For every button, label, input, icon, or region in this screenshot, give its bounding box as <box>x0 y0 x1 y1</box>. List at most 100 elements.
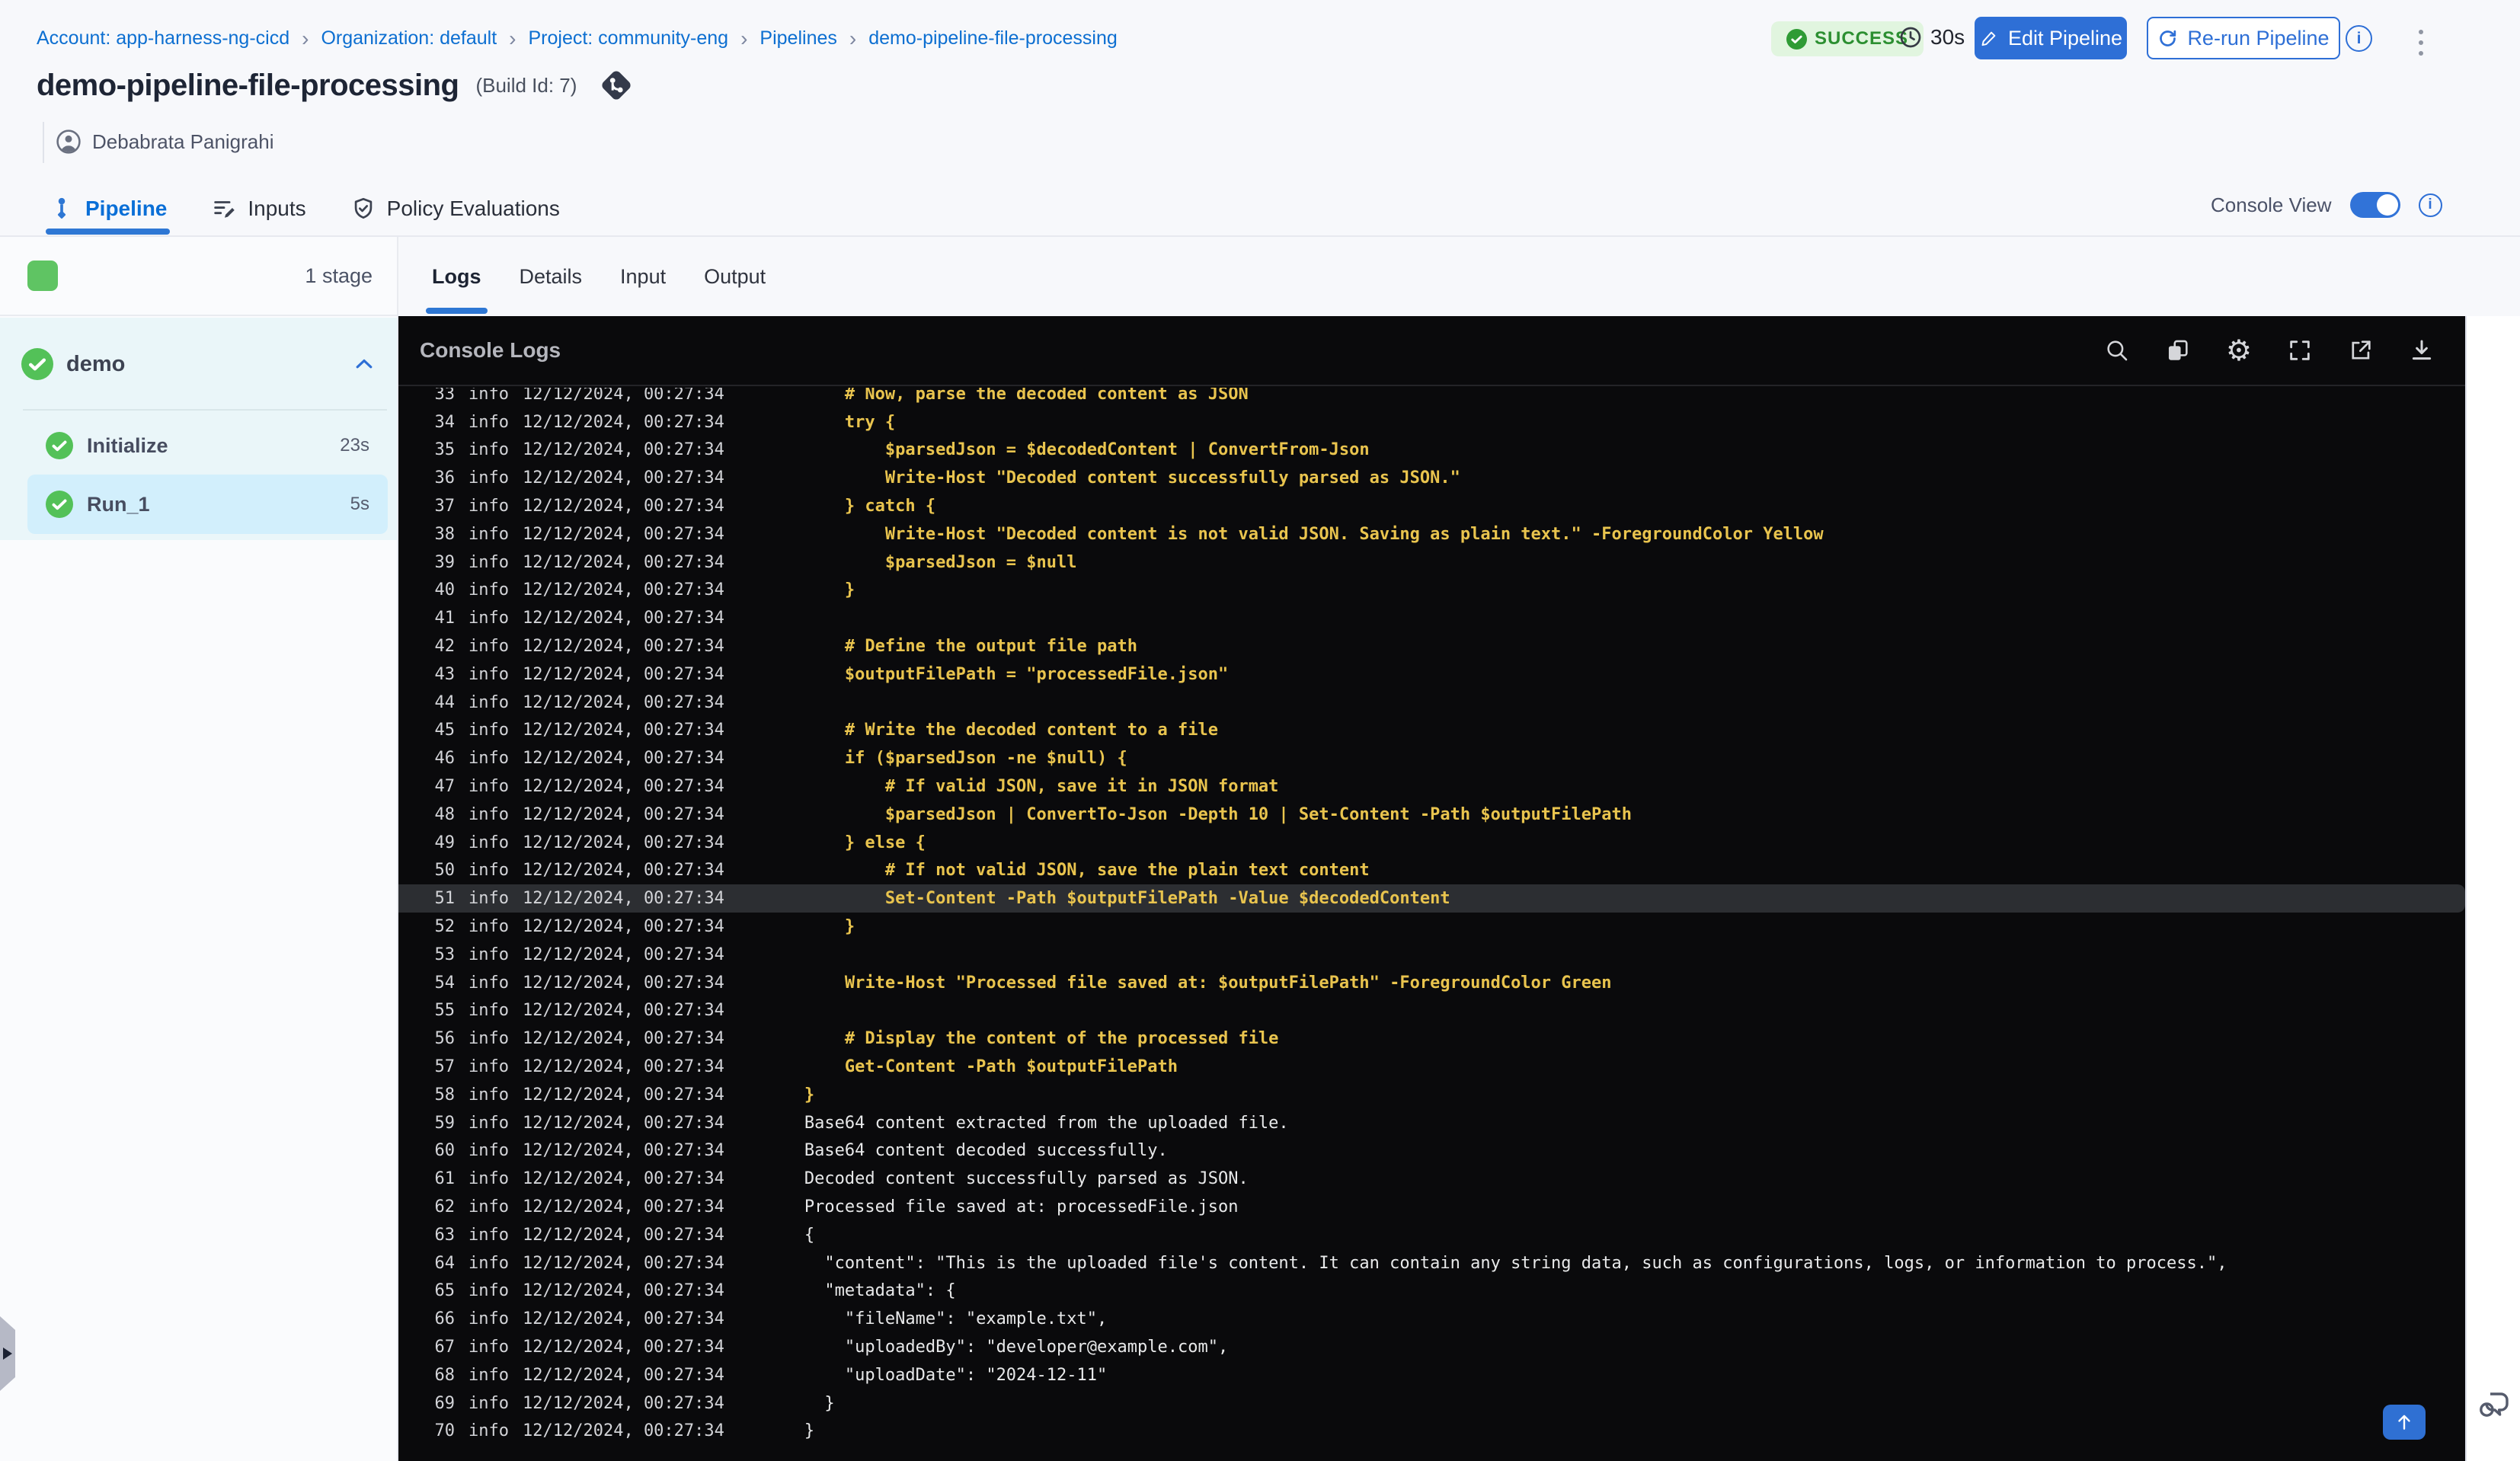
copy-icon[interactable] <box>2165 337 2191 363</box>
log-line-number: 55 <box>434 1001 456 1021</box>
log-row[interactable]: 62 info 12/12/2024, 00:27:34 Processed f… <box>398 1193 2465 1221</box>
log-row[interactable]: 68 info 12/12/2024, 00:27:34 "uploadDate… <box>398 1361 2465 1389</box>
stage-header: 1 stage <box>0 237 397 316</box>
log-row[interactable]: 44 info 12/12/2024, 00:27:34 <box>398 689 2465 717</box>
log-message: # Define the output file path <box>804 637 1137 657</box>
breadcrumb-item[interactable]: Account: app-harness-ng-cicd <box>37 27 289 50</box>
git-repo-icon[interactable] <box>598 67 635 104</box>
log-row[interactable]: 53 info 12/12/2024, 00:27:34 <box>398 941 2465 969</box>
support-chat-icon[interactable] <box>2476 1386 2512 1422</box>
tab-inputs[interactable]: Inputs <box>211 181 306 235</box>
log-panel: Logs Details Input Output Console Logs ⚙ <box>398 237 2465 1461</box>
log-row[interactable]: 49 info 12/12/2024, 00:27:34 } else { <box>398 829 2465 857</box>
log-timestamp: 12/12/2024, 00:27:34 <box>523 1085 724 1105</box>
fullscreen-icon[interactable] <box>2287 337 2313 363</box>
log-message: Write-Host "Decoded content successfully… <box>804 468 1460 488</box>
log-tab-output[interactable]: Output <box>704 237 766 316</box>
log-tab-details[interactable]: Details <box>520 237 583 316</box>
log-row[interactable]: 46 info 12/12/2024, 00:27:34 if ($parsed… <box>398 744 2465 772</box>
log-row[interactable]: 48 info 12/12/2024, 00:27:34 $parsedJson… <box>398 801 2465 829</box>
step-row[interactable]: Run_1 5s <box>27 475 388 534</box>
settings-gear-icon[interactable]: ⚙ <box>2226 336 2252 365</box>
more-options-menu[interactable] <box>2406 23 2436 62</box>
chevron-up-icon[interactable] <box>353 353 376 376</box>
log-row[interactable]: 60 info 12/12/2024, 00:27:34 Base64 cont… <box>398 1137 2465 1165</box>
log-row[interactable]: 33 info 12/12/2024, 00:27:34 # Now, pars… <box>398 388 2465 408</box>
scroll-to-top-button[interactable] <box>2383 1405 2426 1440</box>
log-row[interactable]: 35 info 12/12/2024, 00:27:34 $parsedJson… <box>398 436 2465 465</box>
log-message: Decoded content successfully parsed as J… <box>804 1169 1249 1189</box>
log-row[interactable]: 61 info 12/12/2024, 00:27:34 Decoded con… <box>398 1165 2465 1193</box>
log-row[interactable]: 65 info 12/12/2024, 00:27:34 "metadata":… <box>398 1277 2465 1306</box>
console-view-toggle[interactable] <box>2349 192 2400 218</box>
search-icon[interactable] <box>2104 337 2130 363</box>
log-row[interactable]: 70 info 12/12/2024, 00:27:34 } <box>398 1417 2465 1445</box>
log-message: { <box>804 1225 815 1245</box>
rerun-info-icon[interactable]: i <box>2346 25 2372 52</box>
clock-icon <box>1898 25 1923 50</box>
edit-pipeline-button[interactable]: Edit Pipeline <box>1975 17 2127 59</box>
log-row[interactable]: 45 info 12/12/2024, 00:27:34 # Write the… <box>398 717 2465 745</box>
download-icon[interactable] <box>2409 337 2435 363</box>
tab-pipeline[interactable]: Pipeline <box>45 181 171 235</box>
breadcrumb-item[interactable]: Organization: default <box>321 27 497 50</box>
log-row[interactable]: 69 info 12/12/2024, 00:27:34 } <box>398 1389 2465 1418</box>
step-row[interactable]: Initialize 23s <box>27 421 388 470</box>
expand-panel-handle[interactable] <box>0 1316 15 1391</box>
success-check-icon <box>21 348 53 380</box>
log-lines[interactable]: 33 info 12/12/2024, 00:27:34 # Now, pars… <box>398 388 2465 1461</box>
log-row[interactable]: 54 info 12/12/2024, 00:27:34 Write-Host … <box>398 969 2465 997</box>
log-row[interactable]: 38 info 12/12/2024, 00:27:34 Write-Host … <box>398 520 2465 548</box>
log-row[interactable]: 42 info 12/12/2024, 00:27:34 # Define th… <box>398 632 2465 660</box>
step-duration: 5s <box>350 494 369 514</box>
log-message: $parsedJson = $decodedContent | ConvertF… <box>804 440 1370 460</box>
log-timestamp: 12/12/2024, 00:27:34 <box>523 1029 724 1049</box>
play-triangle-icon <box>3 1348 12 1360</box>
log-row[interactable]: 55 info 12/12/2024, 00:27:34 <box>398 997 2465 1025</box>
log-row[interactable]: 64 info 12/12/2024, 00:27:34 "content": … <box>398 1249 2465 1277</box>
breadcrumb-item[interactable]: demo-pipeline-file-processing <box>868 27 1118 50</box>
log-level: info <box>469 721 509 740</box>
log-message: Write-Host "Decoded content is not valid… <box>804 524 1824 544</box>
log-row[interactable]: 47 info 12/12/2024, 00:27:34 # If valid … <box>398 772 2465 801</box>
rerun-pipeline-button[interactable]: Re-run Pipeline <box>2147 17 2340 59</box>
log-timestamp: 12/12/2024, 00:27:34 <box>523 664 724 684</box>
log-level: info <box>469 1309 509 1329</box>
log-line-number: 67 <box>434 1337 456 1357</box>
log-row[interactable]: 43 info 12/12/2024, 00:27:34 $outputFile… <box>398 660 2465 689</box>
log-row[interactable]: 57 info 12/12/2024, 00:27:34 Get-Content… <box>398 1053 2465 1081</box>
breadcrumb-item[interactable]: Pipelines <box>760 27 836 50</box>
log-row[interactable]: 37 info 12/12/2024, 00:27:34 } catch { <box>398 492 2465 520</box>
log-row[interactable]: 56 info 12/12/2024, 00:27:34 # Display t… <box>398 1025 2465 1053</box>
log-level: info <box>469 1337 509 1357</box>
log-line-number: 39 <box>434 552 456 572</box>
log-timestamp: 12/12/2024, 00:27:34 <box>523 721 724 740</box>
log-row[interactable]: 36 info 12/12/2024, 00:27:34 Write-Host … <box>398 464 2465 492</box>
console-view-info-icon[interactable]: i <box>2418 193 2442 217</box>
log-row[interactable]: 34 info 12/12/2024, 00:27:34 try { <box>398 408 2465 436</box>
breadcrumb-item[interactable]: Project: community-eng <box>528 27 728 50</box>
log-line-number: 53 <box>434 945 456 964</box>
stage-row-demo[interactable]: demo <box>0 336 397 392</box>
log-row[interactable]: 63 info 12/12/2024, 00:27:34 { <box>398 1221 2465 1249</box>
log-row[interactable]: 58 info 12/12/2024, 00:27:34 } <box>398 1081 2465 1109</box>
log-row[interactable]: 52 info 12/12/2024, 00:27:34 } <box>398 913 2465 941</box>
log-row[interactable]: 66 info 12/12/2024, 00:27:34 "fileName":… <box>398 1305 2465 1333</box>
log-message: "uploadDate": "2024-12-11" <box>804 1365 1108 1385</box>
log-tab-input[interactable]: Input <box>620 237 666 316</box>
log-level: info <box>469 552 509 572</box>
log-tab-logs[interactable]: Logs <box>426 237 487 316</box>
log-row[interactable]: 41 info 12/12/2024, 00:27:34 <box>398 604 2465 632</box>
log-row[interactable]: 51 info 12/12/2024, 00:27:34 Set-Content… <box>398 884 2465 913</box>
log-message: Processed file saved at: processedFile.j… <box>804 1197 1239 1216</box>
console-view-control: Console View i <box>2211 192 2442 218</box>
open-external-icon[interactable] <box>2348 337 2374 363</box>
log-row[interactable]: 59 info 12/12/2024, 00:27:34 Base64 cont… <box>398 1109 2465 1137</box>
log-row[interactable]: 39 info 12/12/2024, 00:27:34 $parsedJson… <box>398 548 2465 577</box>
log-row[interactable]: 40 info 12/12/2024, 00:27:34 } <box>398 577 2465 605</box>
log-row[interactable]: 67 info 12/12/2024, 00:27:34 "uploadedBy… <box>398 1333 2465 1361</box>
log-line-number: 52 <box>434 917 456 937</box>
tab-policy-evaluations[interactable]: Policy Evaluations <box>350 181 560 235</box>
log-row[interactable]: 50 info 12/12/2024, 00:27:34 # If not va… <box>398 857 2465 885</box>
log-timestamp: 12/12/2024, 00:27:34 <box>523 1057 724 1077</box>
